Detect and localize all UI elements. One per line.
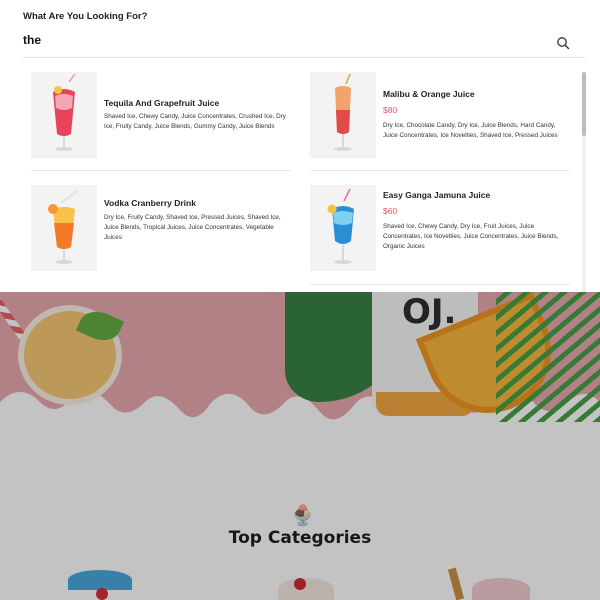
result-item[interactable]: Vodka Cranberry Drink Dry Ice, Fruity Ca… — [23, 177, 283, 277]
search-underline — [23, 57, 585, 58]
search-heading: What Are You Looking For? — [23, 11, 148, 22]
drink-thumbnail — [310, 72, 376, 158]
result-tags: Dry Ice, Fruity Candy, Shaved Ice, Press… — [104, 214, 281, 241]
result-item[interactable]: Malibu & Orange Juice $80 Dry Ice, Choco… — [302, 64, 562, 164]
result-tags: Shaved Ice, Chewy Candy, Juice Concentra… — [104, 113, 286, 130]
cocktail-glass-image — [53, 73, 76, 151]
result-title: Easy Ganga Jamuna Juice — [383, 190, 491, 200]
cocktail-glass-image — [334, 73, 352, 151]
result-title: Tequila And Grapefruit Juice — [104, 98, 220, 108]
result-divider — [31, 170, 291, 171]
result-tags: Shaved Ice, Chewy Candy, Dry Ice, Fruit … — [383, 223, 559, 250]
search-input[interactable] — [23, 31, 553, 49]
result-divider — [310, 284, 570, 285]
cocktail-glass-image — [48, 190, 78, 264]
drink-thumbnail — [31, 72, 97, 158]
result-title: Vodka Cranberry Drink — [104, 198, 196, 208]
result-title: Malibu & Orange Juice — [383, 89, 475, 99]
result-tags: Dry Ice, Chocolate Candy, Dry Ice, Juice… — [383, 122, 558, 139]
result-divider — [310, 170, 570, 171]
drink-thumbnail — [310, 185, 376, 271]
result-price: $60 — [383, 206, 398, 216]
result-item[interactable]: Easy Ganga Jamuna Juice $60 Shaved Ice, … — [302, 177, 562, 277]
cocktail-glass-image — [327, 188, 354, 264]
result-price: $80 — [383, 105, 398, 115]
results-scrollbar-thumb[interactable] — [582, 72, 586, 136]
search-panel: What Are You Looking For? Tequila And Gr… — [0, 0, 600, 292]
search-results: Tequila And Grapefruit Juice Shaved Ice,… — [23, 64, 577, 292]
drink-thumbnail — [31, 185, 97, 271]
search-icon[interactable] — [556, 36, 570, 50]
result-item[interactable]: Tequila And Grapefruit Juice Shaved Ice,… — [23, 64, 286, 164]
